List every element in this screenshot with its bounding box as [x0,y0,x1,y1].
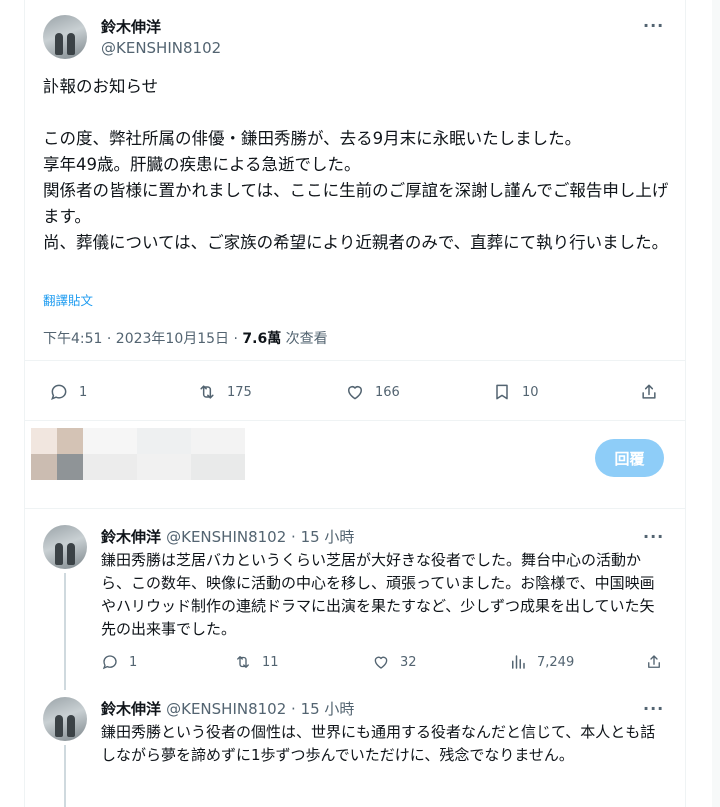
like-count: 32 [400,654,417,670]
thread-connector [64,573,66,690]
author-name[interactable]: 鈴木伸洋 [101,528,161,546]
divider [25,420,685,421]
view-count: 7.6萬 [242,331,282,347]
share-button[interactable] [639,382,669,402]
tweet-text-heading: 訃報のお知らせ [43,77,159,96]
avatar-figure-right [67,715,75,737]
avatar[interactable] [43,525,87,569]
divider [25,360,685,361]
retweet-button[interactable]: 11 [234,653,279,671]
avatar-figure-right [67,33,75,55]
tweet-text-line: この度、弊社所属の俳優・鎌田秀勝が、去る9月末に永眠いたしました。 [43,129,582,148]
views-button[interactable]: 7,249 [509,653,574,671]
bookmark-button[interactable]: 10 [492,382,539,402]
tweet-meta: 下午4:51 · 2023年10月15日 · 7.6萬 次查看 [43,328,328,348]
reply-button[interactable]: 1 [49,382,87,402]
avatar[interactable] [43,15,87,59]
reply-handle-time[interactable]: @KENSHIN8102 · 15 小時 [166,528,354,546]
view-count-label: 次查看 [281,331,328,347]
heart-icon [348,386,362,400]
author-name[interactable]: 鈴木伸洋 [101,700,161,718]
bookmark-icon [496,384,508,400]
tweet-text-line: 関係者の皆様に置かれましては、ここに生前のご厚誼を深謝し謹んでご報告申し上げます… [43,181,669,226]
divider [25,508,685,509]
avatar-figure-right [67,543,75,565]
reply-icon [51,384,67,401]
reply-text: 鎌田秀勝は芝居バカというくらい芝居が大好きな役者でした。舞台中心の活動から、この… [101,551,655,638]
like-button[interactable]: 32 [372,653,417,671]
views-count: 7,249 [537,654,575,670]
retweet-icon [237,656,249,668]
heart-icon [374,656,388,669]
more-options-icon[interactable]: ··· [643,699,664,718]
share-icon [642,384,656,399]
reply-count: 1 [129,654,138,670]
bookmark-count: 10 [522,384,539,400]
retweet-icon [200,385,214,399]
share-icon [648,655,660,668]
scroll-edge [712,0,720,807]
retweet-button[interactable]: 175 [197,382,252,402]
retweet-count: 175 [227,384,252,400]
author-handle[interactable]: @KENSHIN8102 [101,39,221,57]
retweet-count: 11 [262,654,279,670]
reply-button[interactable]: 1 [101,653,137,671]
avatar-figure-left [55,33,63,55]
like-count: 166 [375,384,400,400]
reply-handle-time[interactable]: @KENSHIN8102 · 15 小時 [166,700,354,718]
tweet-text-line: 尚、葬儀については、ご家族の希望により近親者のみで、直葬にて執り行いました。 [43,233,669,252]
author-name[interactable]: 鈴木伸洋 [101,16,161,37]
composer-avatar-blurred [31,428,83,480]
tweet-text-line: 享年49歳。肝臓の疾患による急逝でした。 [43,155,361,174]
reply-icon [102,655,117,670]
avatar-figure-left [55,543,63,565]
reply-header: 鈴木伸洋 @KENSHIN8102 · 15 小時 [101,698,354,719]
reply-submit-button[interactable]: 回覆 [595,439,664,477]
timeline-column: 鈴木伸洋 @KENSHIN8102 ··· 訃報のお知らせ この度、弊社所属の俳… [24,0,686,807]
reply-count: 1 [79,384,88,400]
composer-input-blurred[interactable] [83,428,245,480]
views-chart-icon [512,655,525,669]
like-button[interactable]: 166 [345,382,400,402]
timestamp[interactable]: 下午4:51 · 2023年10月15日 · [43,331,242,347]
share-button[interactable] [645,653,673,671]
translate-post-link[interactable]: 翻譯貼文 [43,290,93,309]
more-options-icon[interactable]: ··· [643,16,664,35]
more-options-icon[interactable]: ··· [643,527,664,546]
reply-header: 鈴木伸洋 @KENSHIN8102 · 15 小時 [101,526,354,547]
reply-text: 鎌田秀勝という役者の個性は、世界にも通用する役者なんだと信じて、本人とも話しなが… [101,723,656,764]
avatar[interactable] [43,697,87,741]
thread-connector [64,745,66,807]
avatar-figure-left [55,715,63,737]
